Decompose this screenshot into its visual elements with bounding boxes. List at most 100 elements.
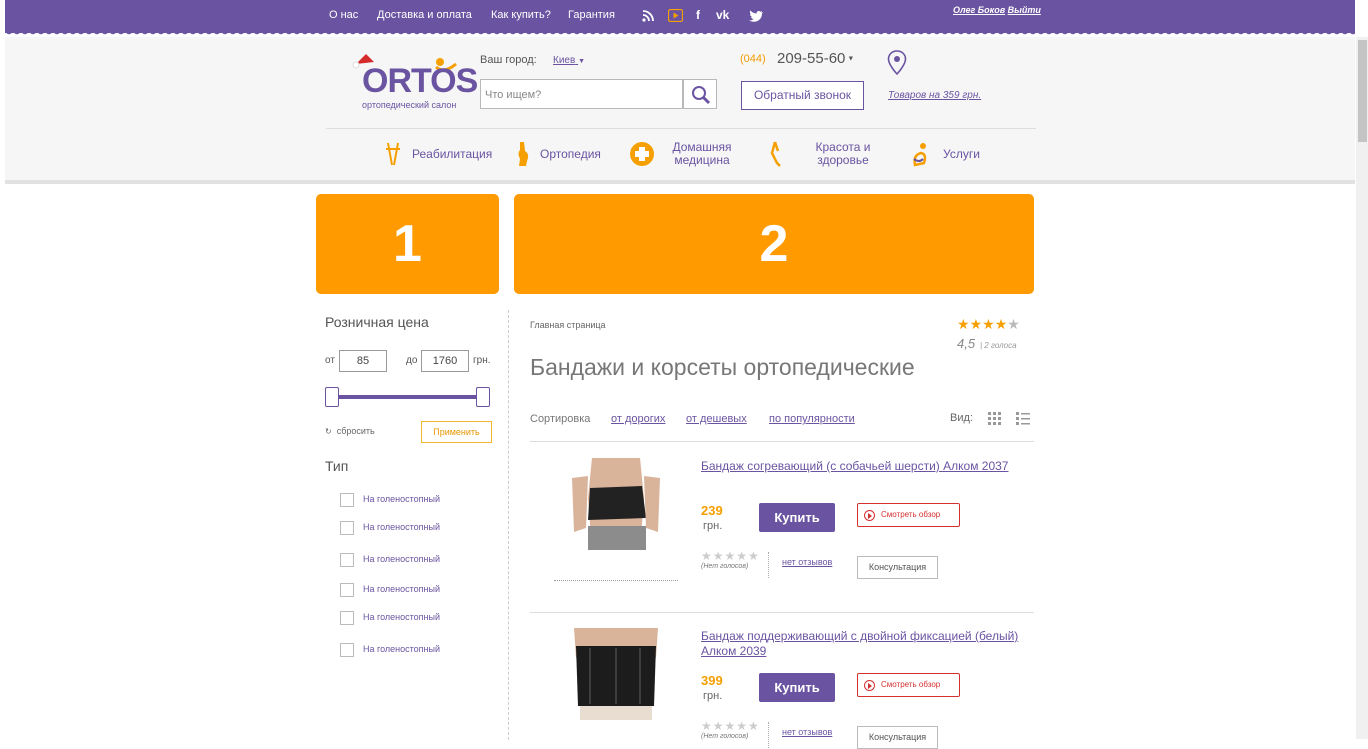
price-from-input[interactable]: 85 [339, 350, 387, 372]
price-slider-max-handle[interactable] [476, 387, 490, 407]
city-selector[interactable]: Киев ▼ [553, 55, 585, 66]
type-option-label[interactable]: На голеностопный [363, 522, 440, 532]
reset-filter-link[interactable]: ↻ сбросить [325, 426, 375, 436]
phone-number-text: 209-55-60 [777, 50, 846, 67]
sort-expensive-link[interactable]: от дорогих [611, 413, 665, 425]
nav-label: Ортопедия [540, 146, 601, 161]
nav-item-rehabilitation[interactable]: Реабилитация [384, 141, 492, 167]
product-price: 239 [701, 503, 723, 518]
type-option-label[interactable]: На голеностопный [363, 494, 440, 504]
star-icon: ★ [1007, 316, 1020, 332]
grid-view-icon[interactable] [988, 412, 1002, 425]
type-option-label[interactable]: На голеностопный [363, 644, 440, 654]
product-image[interactable] [570, 458, 662, 550]
type-option-label[interactable]: На голеностопный [363, 584, 440, 594]
play-icon [864, 510, 875, 521]
search-button[interactable] [683, 79, 717, 109]
rating-value: 4,5 [957, 336, 976, 351]
watch-review-button[interactable]: Смотреть обзор [857, 673, 960, 697]
buy-button[interactable]: Купить [759, 673, 835, 702]
callback-button[interactable]: Обратный звонок [741, 81, 864, 110]
nav-label: Домашняя медицина [672, 140, 732, 167]
price-slider-track[interactable] [332, 395, 484, 399]
image-underline [554, 580, 678, 581]
medical-cross-icon [630, 142, 654, 166]
phone-number[interactable]: 209-55-60 ▼ [777, 50, 854, 67]
product-name-link[interactable]: Бандаж согревающий (с собачьей шерсти) А… [701, 459, 1021, 474]
sort-cheap-link[interactable]: от дешевых [686, 413, 747, 425]
product-name-link[interactable]: Бандаж поддерживающий с двойной фиксацие… [701, 629, 1021, 659]
rating-votes: | 2 голоса [980, 341, 1017, 350]
search-input[interactable]: Что ищем? [480, 79, 683, 109]
scrollbar[interactable] [1356, 37, 1368, 739]
type-option-label[interactable]: На голеностопный [363, 612, 440, 622]
person-icon [913, 143, 927, 167]
banner-1[interactable]: 1 [316, 194, 499, 294]
watch-review-label: Смотреть обзор [881, 680, 941, 689]
caret-down-icon: ▼ [578, 58, 586, 65]
no-reviews-link[interactable]: нет отзывов [782, 727, 832, 737]
user-name-link[interactable]: Олег Боков [953, 5, 1005, 15]
user-area: Олег Боков Выйти [953, 5, 1041, 15]
product-rating-stars[interactable]: ★★★★★ [701, 719, 760, 733]
vk-icon[interactable]: vk [716, 8, 729, 22]
rating-separator [768, 722, 769, 748]
reset-label: сбросить [336, 426, 375, 436]
apply-filter-button[interactable]: Применить [421, 421, 492, 443]
list-view-icon[interactable] [1016, 412, 1030, 425]
top-link-warranty[interactable]: Гарантия [568, 9, 615, 21]
top-link-about[interactable]: О нас [329, 9, 358, 21]
top-link-how-to-buy[interactable]: Как купить? [491, 9, 551, 21]
star-icon: ★ [982, 316, 995, 332]
category-rating-stars[interactable]: ★★★★★ [957, 316, 1020, 333]
nav-item-orthopedics[interactable]: Ортопедия [514, 141, 601, 167]
sort-popular-link[interactable]: по популярности [769, 413, 855, 425]
nav-item-beauty-health[interactable]: Красота и здоровье [767, 141, 871, 167]
watch-review-button[interactable]: Смотреть обзор [857, 503, 960, 527]
scrollbar-thumb[interactable] [1358, 40, 1367, 142]
header-divider [326, 128, 1036, 129]
buy-button[interactable]: Купить [759, 503, 835, 532]
rss-icon[interactable] [642, 10, 654, 22]
location-pin-icon[interactable] [887, 50, 907, 76]
type-checkbox[interactable] [340, 583, 354, 597]
header-bottom-border [5, 180, 1355, 184]
youtube-icon[interactable] [668, 9, 683, 22]
logo-text[interactable]: ORTOS [362, 62, 478, 101]
star-icon: ★ [957, 316, 970, 332]
nav-item-services[interactable]: Услуги [911, 141, 980, 167]
consultation-button[interactable]: Консультация [857, 726, 938, 749]
nav-label: Красота и здоровье [815, 140, 871, 167]
knee-icon [518, 142, 529, 166]
type-checkbox[interactable] [340, 643, 354, 657]
product-price: 399 [701, 673, 723, 688]
type-filter-title: Тип [325, 458, 349, 474]
nav-item-home-medicine[interactable]: Домашняя медицина [629, 141, 732, 167]
view-label: Вид: [950, 412, 973, 424]
sidebar-divider [508, 310, 509, 740]
type-checkbox[interactable] [340, 493, 354, 507]
price-filter-title: Розничная цена [325, 314, 429, 330]
type-checkbox[interactable] [340, 611, 354, 625]
top-link-delivery[interactable]: Доставка и оплата [377, 9, 472, 21]
price-slider-min-handle[interactable] [325, 387, 339, 407]
consultation-button[interactable]: Консультация [857, 556, 938, 579]
city-value: Киев [553, 55, 576, 66]
product-rating-stars[interactable]: ★★★★★ [701, 549, 760, 563]
banner-2[interactable]: 2 [514, 194, 1034, 294]
twitter-icon[interactable] [749, 10, 764, 22]
product-image[interactable] [570, 628, 662, 720]
star-icon: ★ [994, 316, 1008, 332]
breadcrumb[interactable]: Главная страница [530, 320, 606, 330]
type-checkbox[interactable] [340, 553, 354, 567]
star-icon: ★ [969, 316, 983, 332]
facebook-icon[interactable]: f [696, 8, 700, 22]
product-currency: грн. [703, 520, 723, 532]
logout-link[interactable]: Выйти [1008, 5, 1041, 15]
product-no-votes: (Нет голосов) [701, 563, 749, 570]
type-checkbox[interactable] [340, 521, 354, 535]
type-option-label[interactable]: На голеностопный [363, 554, 440, 564]
price-to-input[interactable]: 1760 [421, 350, 469, 372]
cart-summary-link[interactable]: Товаров на 359 грн. [888, 90, 981, 101]
no-reviews-link[interactable]: нет отзывов [782, 557, 832, 567]
